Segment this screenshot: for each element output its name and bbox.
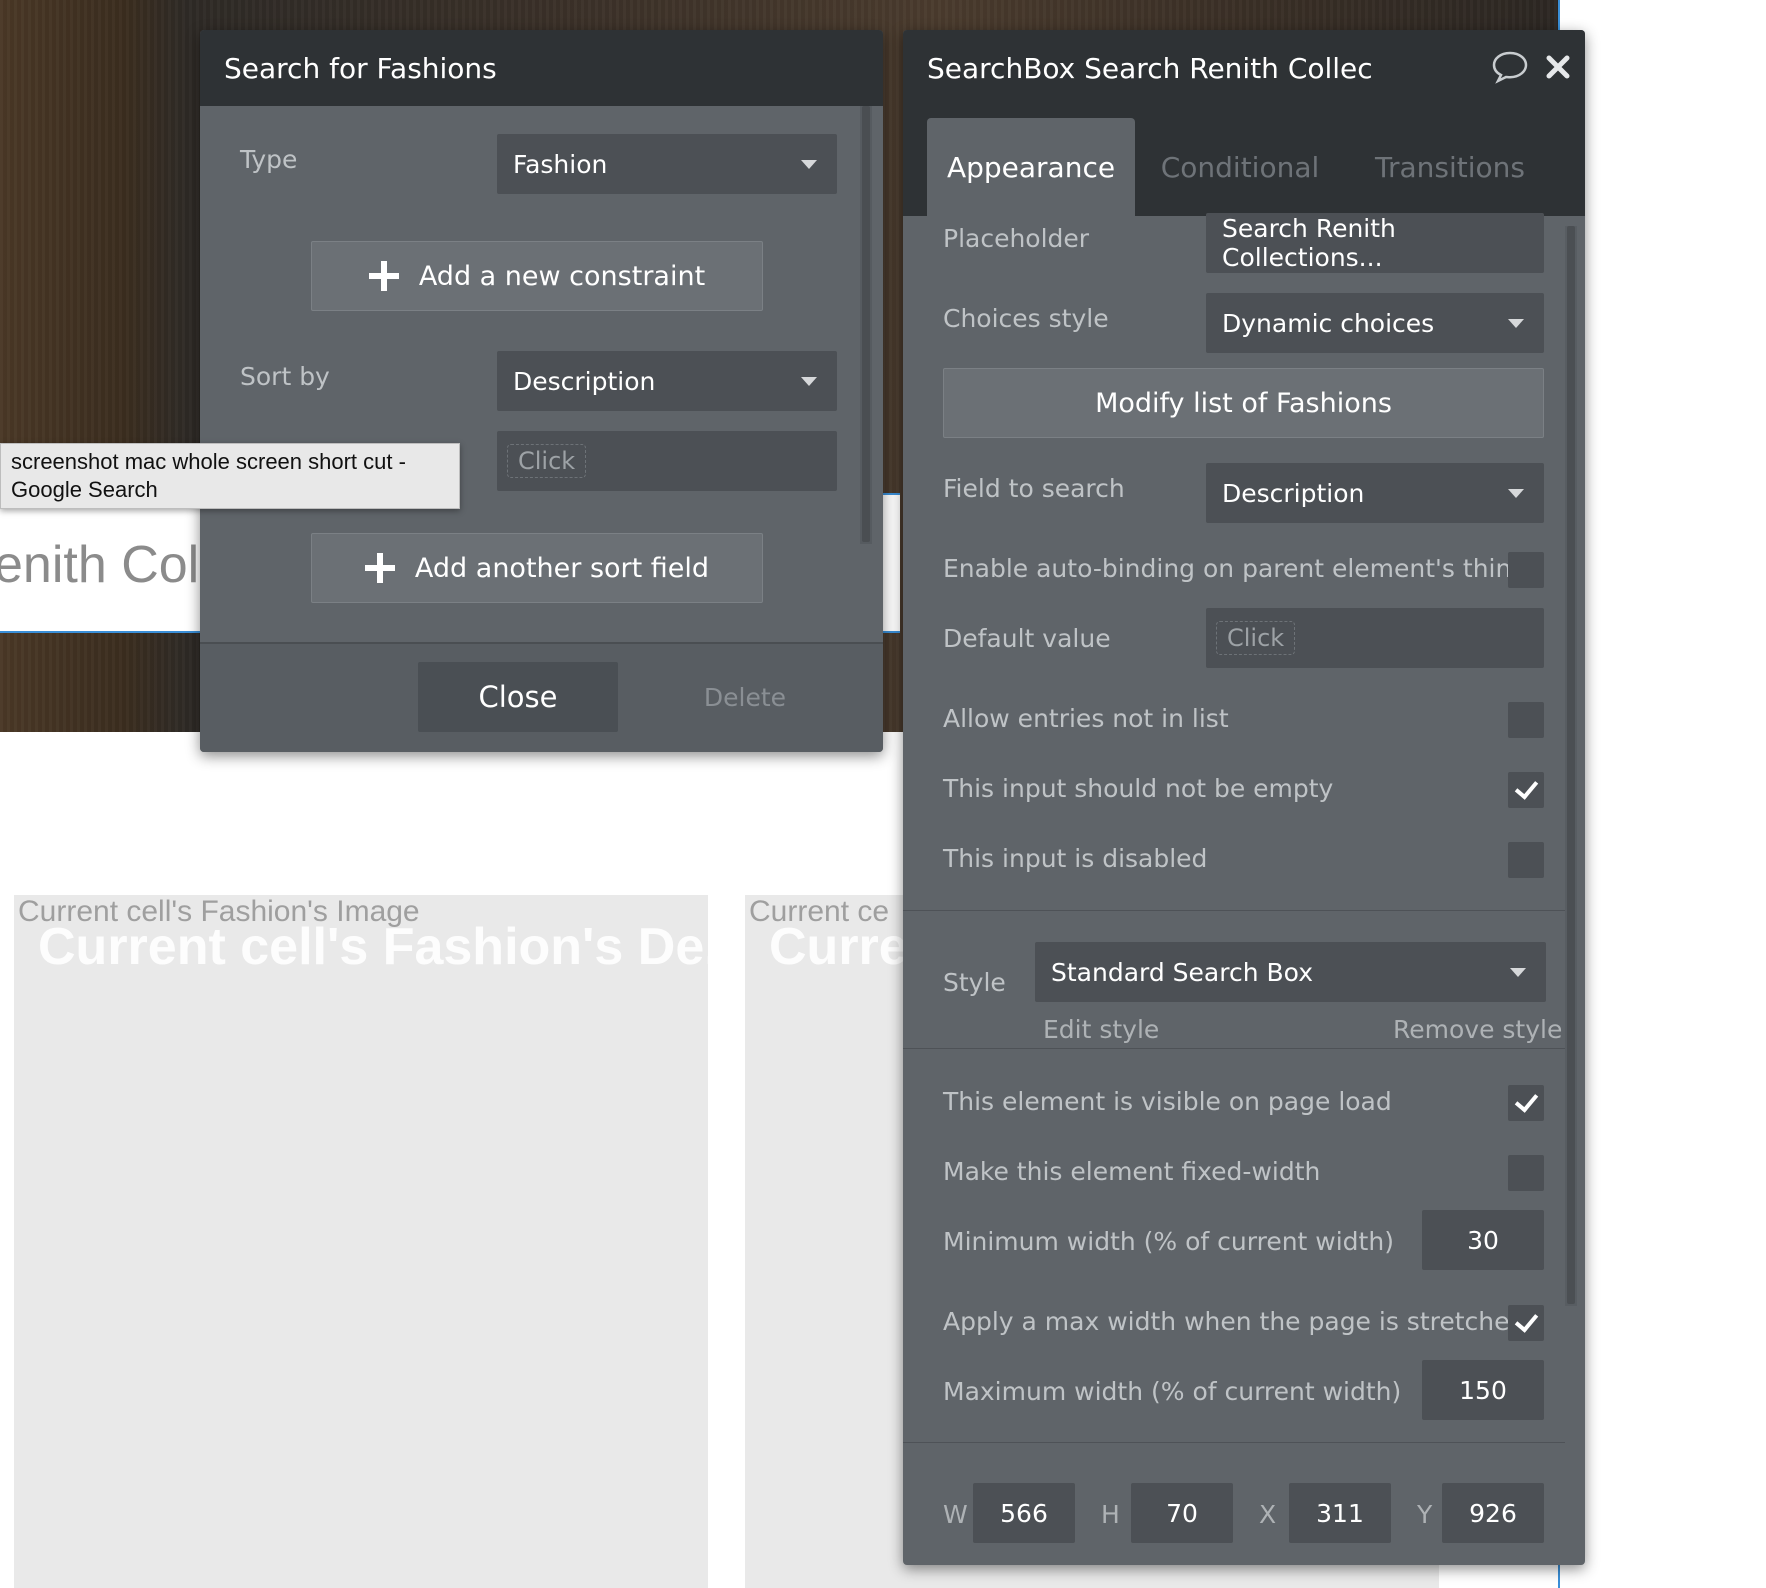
choices-style-dropdown[interactable]: Dynamic choices [1206, 293, 1544, 353]
add-constraint-button[interactable]: Add a new constraint [311, 241, 763, 311]
browser-tooltip: screenshot mac whole screen short cut - … [0, 443, 460, 509]
search-panel-header: Search for Fashions [200, 30, 883, 106]
chevron-down-icon [1508, 319, 1524, 328]
repeating-group-cell[interactable]: Current cell's Fashion's Image Current c… [14, 895, 708, 1588]
sort-by-dropdown[interactable]: Description [497, 351, 837, 411]
placeholder-input-value: Search Renith Collections... [1222, 214, 1396, 272]
min-width-label: Minimum width (% of current width) [943, 1227, 1394, 1256]
plus-icon [368, 261, 399, 291]
default-value-label: Default value [943, 624, 1111, 653]
type-dropdown-value: Fashion [513, 149, 608, 179]
section-divider [903, 1048, 1565, 1049]
chevron-down-icon [1510, 968, 1526, 977]
height-input[interactable]: 70 [1131, 1483, 1233, 1543]
modify-list-label: Modify list of Fashions [1095, 387, 1392, 419]
x-label: X [1259, 1500, 1277, 1529]
not-empty-label: This input should not be empty [943, 774, 1334, 803]
scrollbar-thumb[interactable] [862, 106, 870, 542]
sort-descending-field[interactable]: Click [497, 431, 837, 491]
section-divider [903, 1442, 1565, 1443]
search-panel-title: Search for Fashions [224, 51, 497, 85]
not-empty-checkbox[interactable] [1508, 772, 1544, 808]
auto-binding-checkbox[interactable] [1508, 552, 1544, 588]
disabled-label: This input is disabled [943, 844, 1208, 873]
max-width-input[interactable]: 150 [1422, 1360, 1544, 1420]
tab-appearance[interactable]: Appearance [927, 118, 1135, 216]
type-label: Type [240, 145, 298, 174]
plus-icon [364, 553, 395, 583]
disabled-checkbox[interactable] [1508, 842, 1544, 878]
style-dropdown[interactable]: Standard Search Box [1035, 942, 1546, 1002]
property-panel-title: SearchBox Search Renith Collec [927, 51, 1373, 85]
visible-on-load-label: This element is visible on page load [943, 1087, 1392, 1116]
tab-conditional[interactable]: Conditional [1135, 118, 1345, 216]
fixed-width-checkbox[interactable] [1508, 1155, 1544, 1191]
remove-style-link[interactable]: Remove style [1393, 1015, 1562, 1044]
x-input[interactable]: 311 [1289, 1483, 1391, 1543]
sort-by-label: Sort by [240, 362, 330, 391]
click-placeholder-chip[interactable]: Click [1216, 621, 1296, 655]
max-width-apply-label: Apply a max width when the page is stret… [943, 1307, 1526, 1336]
search-editor-panel: Search for Fashions Type Fashion Add a n… [200, 30, 883, 752]
placeholder-input[interactable]: Search Renith Collections... [1206, 213, 1544, 273]
chevron-down-icon [801, 377, 817, 386]
section-divider [903, 910, 1565, 911]
modify-list-button[interactable]: Modify list of Fashions [943, 368, 1544, 438]
allow-entries-checkbox[interactable] [1508, 702, 1544, 738]
property-editor-panel: SearchBox Search Renith Collec Appearanc… [903, 30, 1585, 1565]
delete-button[interactable]: Delete [670, 662, 820, 732]
cell-description-text: Curre [769, 918, 908, 976]
visible-on-load-checkbox[interactable] [1508, 1085, 1544, 1121]
field-to-search-value: Description [1222, 478, 1365, 508]
max-width-label: Maximum width (% of current width) [943, 1377, 1402, 1406]
min-width-input[interactable]: 30 [1422, 1210, 1544, 1270]
choices-style-value: Dynamic choices [1222, 308, 1435, 338]
sort-by-dropdown-value: Description [513, 366, 656, 396]
width-label: W [943, 1500, 968, 1529]
close-icon[interactable] [1545, 54, 1571, 80]
choices-style-label: Choices style [943, 304, 1109, 333]
default-value-field[interactable]: Click [1206, 608, 1544, 668]
style-dropdown-value: Standard Search Box [1051, 957, 1313, 987]
field-to-search-label: Field to search [943, 474, 1125, 503]
chevron-down-icon [1508, 489, 1524, 498]
add-constraint-label: Add a new constraint [418, 260, 706, 292]
click-placeholder-chip[interactable]: Click [507, 444, 587, 478]
add-sort-field-label: Add another sort field [414, 552, 710, 584]
field-to-search-dropdown[interactable]: Description [1206, 463, 1544, 523]
type-dropdown[interactable]: Fashion [497, 134, 837, 194]
allow-entries-label: Allow entries not in list [943, 704, 1229, 733]
tab-transitions[interactable]: Transitions [1345, 118, 1555, 216]
chevron-down-icon [801, 160, 817, 169]
auto-binding-label: Enable auto-binding on parent element's … [943, 554, 1528, 583]
max-width-apply-checkbox[interactable] [1508, 1305, 1544, 1341]
add-sort-field-button[interactable]: Add another sort field [311, 533, 763, 603]
height-label: H [1101, 1500, 1120, 1529]
y-input[interactable]: 926 [1442, 1483, 1544, 1543]
placeholder-label: Placeholder [943, 224, 1090, 253]
width-input[interactable]: 566 [973, 1483, 1075, 1543]
property-panel-header: SearchBox Search Renith Collec [903, 30, 1585, 106]
style-label: Style [943, 968, 1006, 997]
cell-description-text: Current cell's Fashion's De... [38, 918, 708, 976]
fixed-width-label: Make this element fixed-width [943, 1157, 1321, 1186]
comment-icon[interactable] [1491, 50, 1529, 84]
scrollbar-thumb[interactable] [1567, 226, 1575, 1304]
close-button[interactable]: Close [418, 662, 618, 732]
y-label: Y [1417, 1500, 1433, 1529]
edit-style-link[interactable]: Edit style [1043, 1015, 1159, 1044]
